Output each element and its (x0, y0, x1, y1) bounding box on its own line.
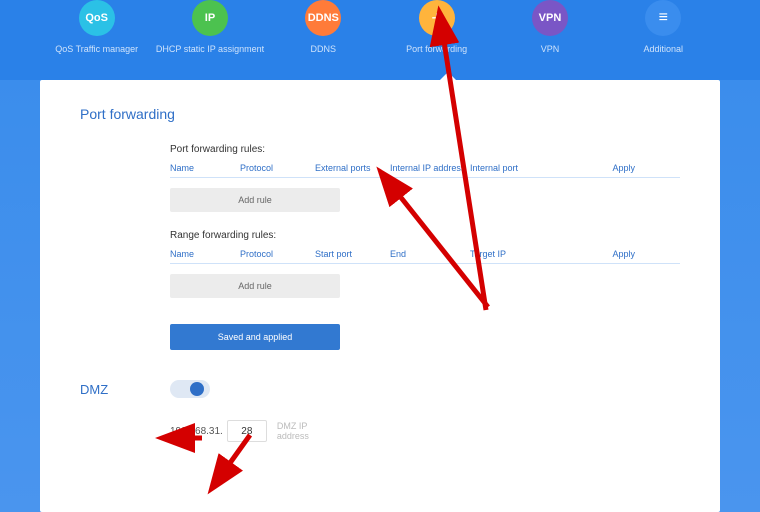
nav-label: QoS Traffic manager (55, 44, 138, 54)
nav-label: VPN (541, 44, 560, 54)
nav-label: Additional (644, 44, 684, 54)
dmz-ip-input[interactable] (227, 420, 267, 442)
col-apply: Apply (545, 163, 635, 173)
top-navigation: QoS QoS Traffic manager IP DHCP static I… (0, 0, 760, 80)
ddns-icon: DDNS (305, 0, 341, 36)
ip-icon: IP (192, 0, 228, 36)
dmz-row: DMZ (80, 380, 680, 398)
col-apply: Apply (545, 249, 635, 259)
port-forwarding-section: Port forwarding rules: Name Protocol Ext… (170, 144, 680, 212)
dmz-label: DMZ (80, 382, 170, 397)
nav-item-vpn[interactable]: VPN VPN (495, 0, 605, 54)
col-external-ports: External ports (315, 163, 390, 173)
save-section: Saved and applied (170, 324, 680, 350)
dmz-help-1: DMZ IP (277, 421, 309, 431)
add-range-rule-button[interactable]: Add rule (170, 274, 340, 298)
dmz-toggle[interactable] (170, 380, 210, 398)
vpn-icon: VPN (532, 0, 568, 36)
port-rules-header: Name Protocol External ports Internal IP… (170, 163, 680, 178)
col-target-ip: Target IP (470, 249, 545, 259)
nav-item-additional[interactable]: ≡ Additional (608, 0, 718, 54)
col-protocol: Protocol (240, 163, 315, 173)
qos-icon: QoS (79, 0, 115, 36)
col-name: Name (170, 249, 240, 259)
col-internal-port: Internal port (470, 163, 545, 173)
col-start-port: Start port (315, 249, 390, 259)
range-rules-header: Name Protocol Start port End Target IP A… (170, 249, 680, 264)
dmz-ip-help: DMZ IP address (277, 421, 309, 441)
nav-item-dhcp[interactable]: IP DHCP static IP assignment (155, 0, 265, 54)
nav-item-port-forwarding[interactable]: + Port forwarding (382, 0, 492, 54)
nav-label: DHCP static IP assignment (156, 44, 264, 54)
toggle-knob (190, 382, 204, 396)
save-apply-button[interactable]: Saved and applied (170, 324, 340, 350)
page-title: Port forwarding (80, 106, 680, 122)
col-protocol: Protocol (240, 249, 315, 259)
dmz-help-2: address (277, 431, 309, 441)
range-rules-title: Range forwarding rules: (170, 230, 680, 241)
dmz-ip-prefix: 192.168.31. (170, 426, 223, 437)
nav-item-ddns[interactable]: DDNS DDNS (268, 0, 378, 54)
nav-label: Port forwarding (406, 44, 467, 54)
col-name: Name (170, 163, 240, 173)
port-rules-title: Port forwarding rules: (170, 144, 680, 155)
main-panel: Port forwarding Port forwarding rules: N… (40, 80, 720, 512)
add-port-rule-button[interactable]: Add rule (170, 188, 340, 212)
nav-item-qos[interactable]: QoS QoS Traffic manager (42, 0, 152, 54)
dmz-ip-row: 192.168.31. DMZ IP address (170, 420, 680, 442)
col-end: End (390, 249, 470, 259)
hamburger-icon: ≡ (645, 0, 681, 36)
range-forwarding-section: Range forwarding rules: Name Protocol St… (170, 230, 680, 298)
nav-label: DDNS (311, 44, 337, 54)
col-internal-ip: Internal IP address (390, 163, 470, 173)
plus-icon: + (419, 0, 455, 36)
